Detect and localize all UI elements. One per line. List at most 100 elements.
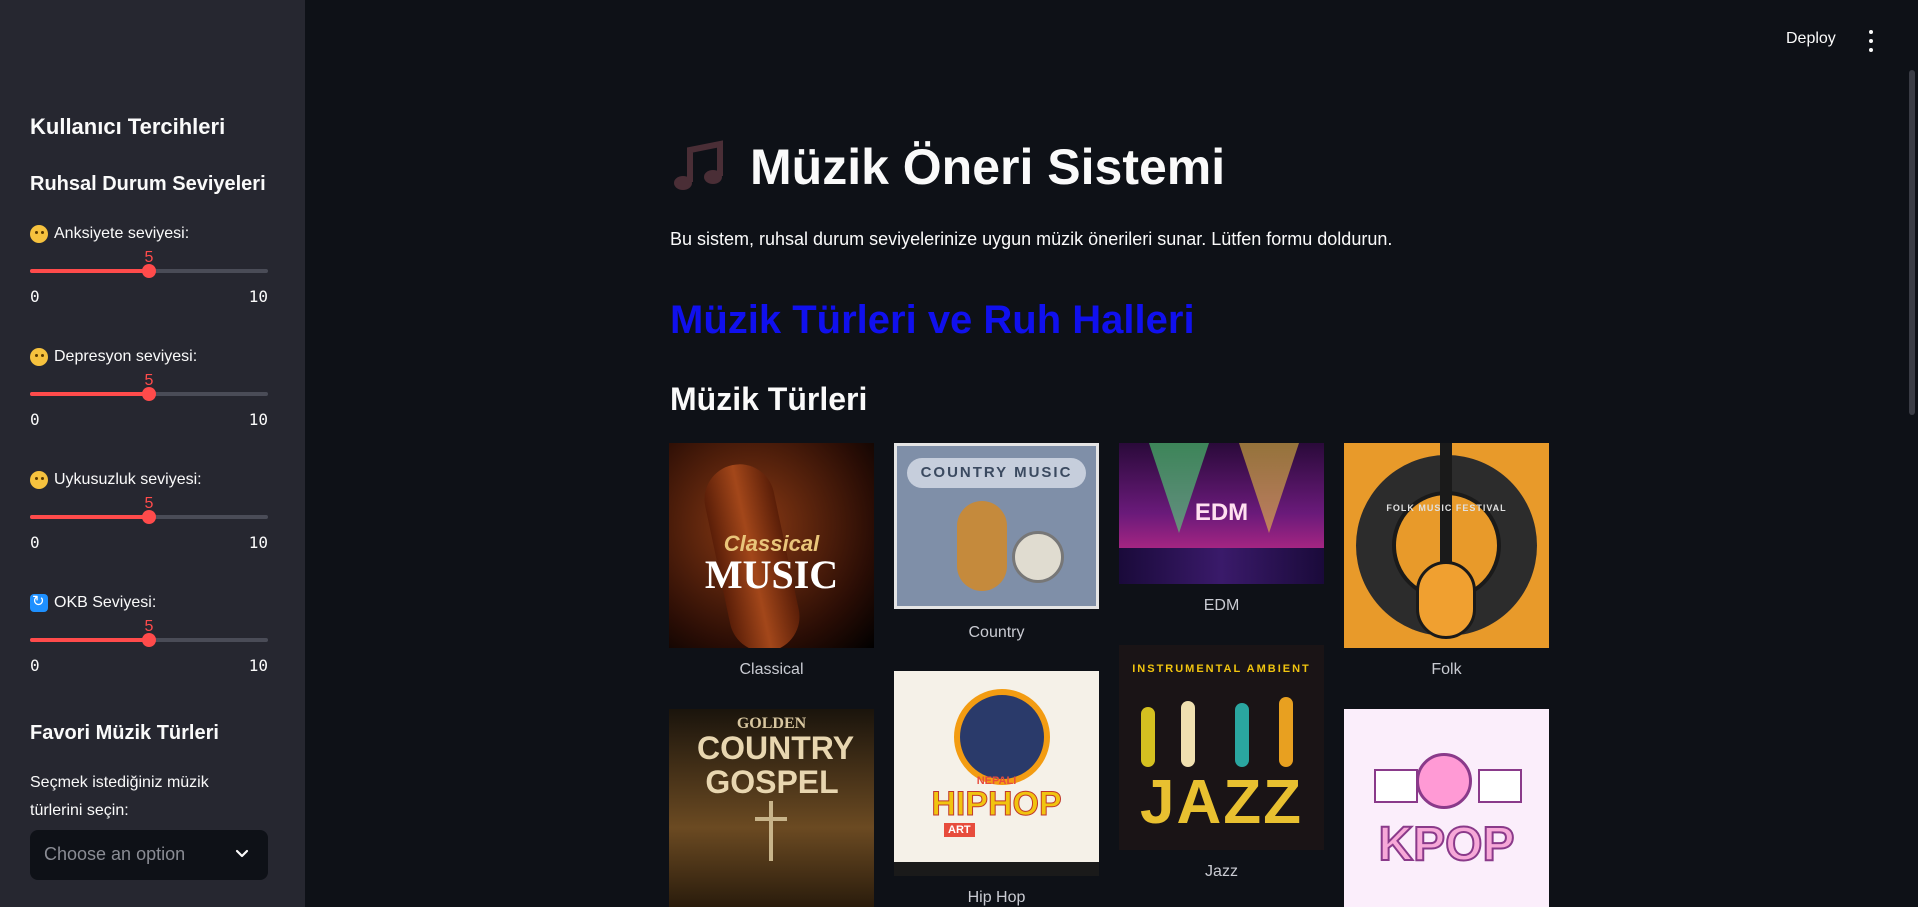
page-title-row: Müzik Öneri Sistemi [670, 138, 1225, 196]
anxiety-label-text: Anksiyete seviyesi: [54, 225, 190, 242]
jazz-image: INSTRUMENTAL AMBIENT JAZZ [1119, 645, 1324, 850]
cross-horizontal [755, 817, 787, 821]
genre-tile-edm[interactable]: EDM EDM [1119, 443, 1324, 623]
flag-left [1374, 769, 1418, 803]
insomnia-max: 10 [248, 533, 268, 552]
sidebar: Kullanıcı Tercihleri Ruhsal Durum Seviye… [0, 0, 305, 907]
ocd-label-text: OKB Seviyesi: [54, 594, 157, 611]
genre-caption: Jazz [1205, 863, 1238, 880]
hiphop-skyline [894, 862, 1099, 876]
intro-text: Bu sistem, ruhsal durum seviyelerinize u… [670, 229, 1393, 249]
favorites-hint: Seçmek istediğiniz müzik türlerini seçin… [30, 774, 209, 819]
country-art-text: COUNTRY MUSIC [920, 464, 1073, 481]
depression-track[interactable] [30, 387, 268, 401]
flushed-face-icon [30, 225, 48, 243]
edm-image: EDM [1119, 443, 1324, 584]
repeat-arrows-icon [30, 592, 48, 612]
cross-vertical [769, 801, 773, 861]
favorites-heading: Favori Müzik Türleri [30, 722, 219, 744]
folk-guitar-body [1416, 561, 1476, 639]
kpop-microphone [1416, 753, 1472, 809]
ocd-max: 10 [248, 656, 268, 675]
musician-2 [1181, 701, 1195, 767]
anxiety-thumb[interactable] [142, 264, 156, 278]
ocd-fill [30, 638, 149, 642]
section-heading: Müzik Türleri ve Ruh Halleri [670, 298, 1195, 342]
insomnia-label: Uykusuzluk seviyesi: [30, 471, 202, 489]
pensive-face-icon [30, 348, 48, 366]
jazz-art-text: JAZZ [1140, 768, 1303, 837]
ocd-slider[interactable]: OKB Seviyesi: 5 0 10 [30, 592, 268, 694]
insomnia-track[interactable] [30, 510, 268, 524]
hiphop-image: NEPALI HIPHOP ART [894, 671, 1099, 876]
guitar-body [957, 501, 1007, 591]
anxiety-max: 10 [248, 287, 268, 306]
depression-fill [30, 392, 149, 396]
insomnia-slider[interactable]: Uykusuzluk seviyesi: 5 0 10 [30, 471, 268, 571]
country-image: COUNTRY MUSIC [894, 443, 1099, 609]
hiphop-art-tag: ART [944, 823, 975, 837]
edm-art-text: EDM [1194, 499, 1249, 526]
sleeping-face-icon [30, 471, 48, 489]
depression-label: Depresyon seviyesi: [30, 348, 197, 366]
deploy-button[interactable]: Deploy [1786, 30, 1836, 48]
crowd [1119, 548, 1324, 584]
genre-tile-classical[interactable]: Classical MUSIC Classical [669, 443, 874, 683]
music-note-icon [674, 140, 723, 190]
genre-tile-hiphop[interactable]: NEPALI HIPHOP ART Hip Hop [894, 671, 1099, 907]
genre-tile-kpop[interactable]: KPOP [1344, 709, 1549, 907]
musician-4 [1279, 697, 1293, 767]
microphone-head [954, 689, 1050, 785]
ocd-track[interactable] [30, 633, 268, 647]
depression-label-text: Depresyon seviyesi: [54, 348, 198, 365]
kpop-image: KPOP [1344, 709, 1549, 907]
gospel-art-text: COUNTRY GOSPEL [697, 730, 855, 800]
genre-caption: EDM [1203, 597, 1240, 614]
genres-heading: Müzik Türleri [670, 381, 868, 417]
insomnia-label-text: Uykusuzluk seviyesi: [54, 471, 202, 488]
classical-image: Classical MUSIC [669, 443, 874, 648]
select-placeholder: Choose an option [44, 844, 186, 864]
ocd-min: 0 [30, 656, 40, 675]
ocd-thumb[interactable] [142, 633, 156, 647]
scrollbar-thumb[interactable] [1909, 70, 1915, 415]
insomnia-min: 0 [30, 533, 40, 552]
gospel-image: GOLDEN COUNTRY GOSPEL [669, 709, 874, 907]
depression-slider[interactable]: Depresyon seviyesi: 5 0 10 [30, 348, 268, 448]
insomnia-thumb[interactable] [142, 510, 156, 524]
genre-caption: Classical [739, 661, 804, 678]
mental-state-heading: Ruhsal Durum Seviyeleri [30, 173, 266, 195]
kpop-art-text: KPOP [1377, 817, 1515, 872]
genre-tile-country-gospel[interactable]: GOLDEN COUNTRY GOSPEL [669, 709, 874, 907]
depression-max: 10 [248, 410, 268, 429]
genre-caption: Folk [1431, 661, 1462, 678]
anxiety-slider[interactable]: Anksiyete seviyesi: 5 0 10 [30, 225, 268, 325]
anxiety-track[interactable] [30, 264, 268, 278]
jazz-art-top: INSTRUMENTAL AMBIENT [1132, 663, 1311, 675]
musician-3 [1235, 703, 1249, 767]
hiphop-art-text: HIPHOP [931, 785, 1062, 824]
genre-caption: Country [968, 624, 1025, 641]
insomnia-fill [30, 515, 149, 519]
anxiety-min: 0 [30, 287, 40, 306]
folk-image: FOLK MUSIC FESTIVAL [1344, 443, 1549, 648]
sidebar-title: Kullanıcı Tercihleri [30, 114, 226, 139]
classical-art-text: MUSIC [704, 552, 839, 597]
kebab-menu-icon[interactable] [1866, 28, 1876, 54]
anxiety-fill [30, 269, 149, 273]
flag-right [1478, 769, 1522, 803]
genre-multiselect[interactable]: Choose an option [30, 830, 268, 880]
page-title: Müzik Öneri Sistemi [750, 139, 1226, 195]
depression-thumb[interactable] [142, 387, 156, 401]
banjo-body [1012, 531, 1064, 583]
depression-min: 0 [30, 410, 40, 429]
folk-art-text: FOLK MUSIC FESTIVAL [1386, 503, 1507, 513]
musician-1 [1141, 707, 1155, 767]
genre-tile-jazz[interactable]: INSTRUMENTAL AMBIENT JAZZ Jazz [1119, 645, 1324, 885]
genre-tile-country[interactable]: COUNTRY MUSIC Country [894, 443, 1099, 648]
chevron-down-icon [235, 849, 249, 858]
ocd-label: OKB Seviyesi: [30, 592, 157, 612]
genre-caption: Hip Hop [967, 889, 1026, 906]
genre-tile-folk[interactable]: FOLK MUSIC FESTIVAL Folk [1344, 443, 1549, 683]
anxiety-label: Anksiyete seviyesi: [30, 225, 189, 243]
